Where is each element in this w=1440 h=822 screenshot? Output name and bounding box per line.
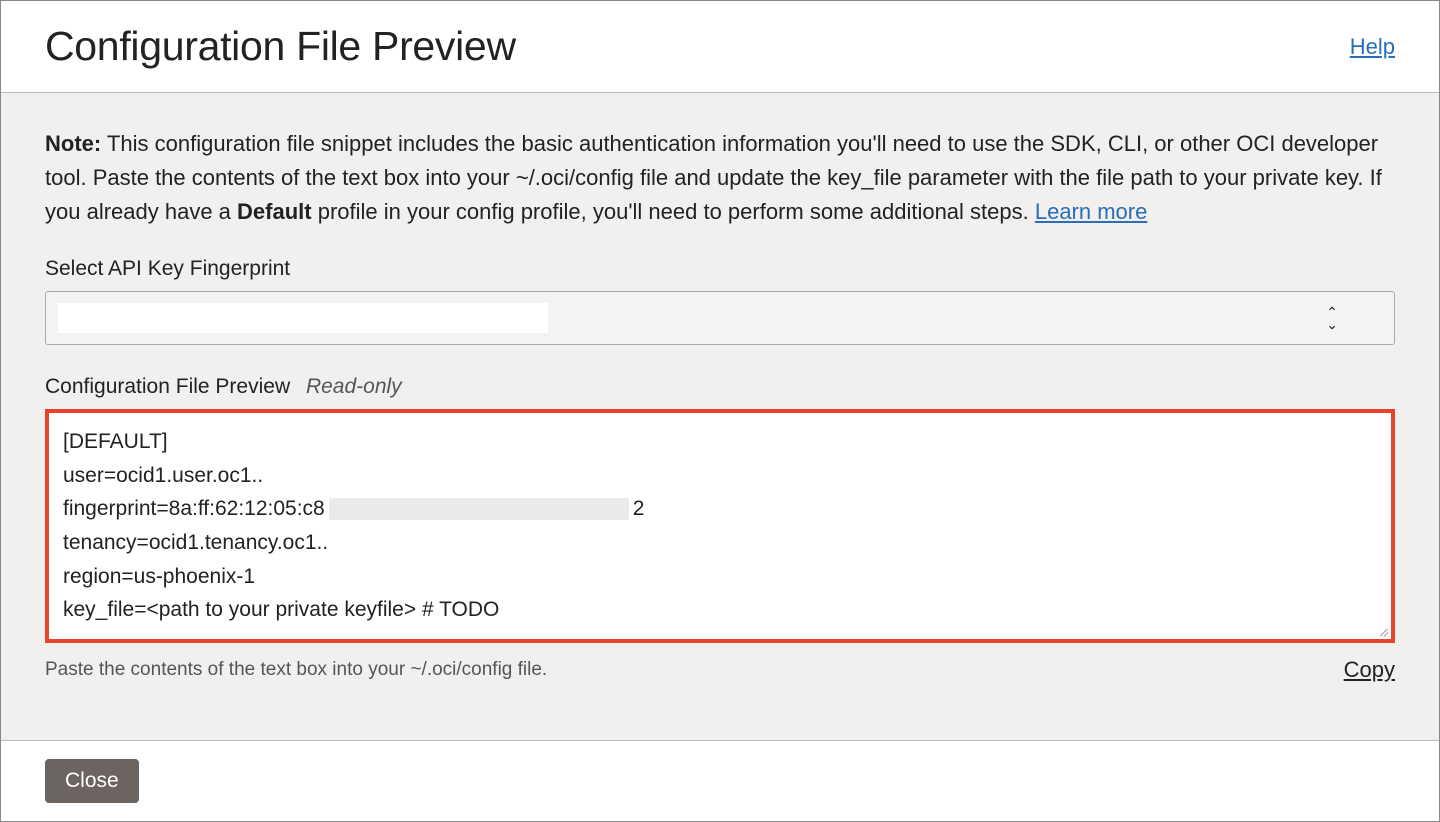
dialog-header: Configuration File Preview Help xyxy=(1,1,1439,93)
fingerprint-label: Select API Key Fingerprint xyxy=(45,257,1395,281)
copy-link[interactable]: Copy xyxy=(1344,657,1395,683)
preview-line-2-prefix: fingerprint=8a:ff:62:12:05:c8 xyxy=(63,492,325,526)
fingerprint-selected-value xyxy=(58,303,548,333)
dialog-footer: Close xyxy=(1,740,1439,821)
note-label: Note: xyxy=(45,131,101,156)
config-preview-textbox[interactable]: [DEFAULT] user=ocid1.user.oc1.. fingerpr… xyxy=(45,409,1395,643)
preview-hint-text: Paste the contents of the text box into … xyxy=(45,659,547,681)
learn-more-link[interactable]: Learn more xyxy=(1035,199,1148,224)
note-paragraph: Note: This configuration file snippet in… xyxy=(45,127,1395,229)
resize-handle-icon[interactable] xyxy=(1375,623,1389,637)
help-link[interactable]: Help xyxy=(1350,34,1395,60)
preview-line-5: key_file=<path to your private keyfile> … xyxy=(63,593,499,627)
dialog-body: Note: This configuration file snippet in… xyxy=(1,93,1439,740)
preview-line-4: region=us-phoenix-1 xyxy=(63,560,255,594)
dialog-title: Configuration File Preview xyxy=(45,23,516,70)
note-body-2: profile in your config profile, you'll n… xyxy=(312,199,1035,224)
preview-line-2-suffix: 2 xyxy=(633,492,645,526)
preview-readonly-label: Read-only xyxy=(306,375,402,398)
redaction-block xyxy=(329,498,629,520)
config-file-preview-dialog: Configuration File Preview Help Note: Th… xyxy=(0,0,1440,822)
preview-hint-row: Paste the contents of the text box into … xyxy=(45,657,1395,683)
chevron-up-down-icon: ⌃⌃ xyxy=(1326,308,1338,328)
note-default-word: Default xyxy=(237,199,312,224)
fingerprint-select[interactable]: ⌃⌃ xyxy=(45,291,1395,345)
preview-label: Configuration File Preview xyxy=(45,375,290,398)
redaction-block xyxy=(332,532,1032,554)
close-button[interactable]: Close xyxy=(45,759,139,803)
preview-line-3: tenancy=ocid1.tenancy.oc1.. xyxy=(63,526,328,560)
preview-line-1: user=ocid1.user.oc1.. xyxy=(63,459,263,493)
preview-line-0: [DEFAULT] xyxy=(63,425,168,459)
redaction-block xyxy=(267,465,947,487)
preview-label-row: Configuration File Preview Read-only xyxy=(45,375,1395,399)
